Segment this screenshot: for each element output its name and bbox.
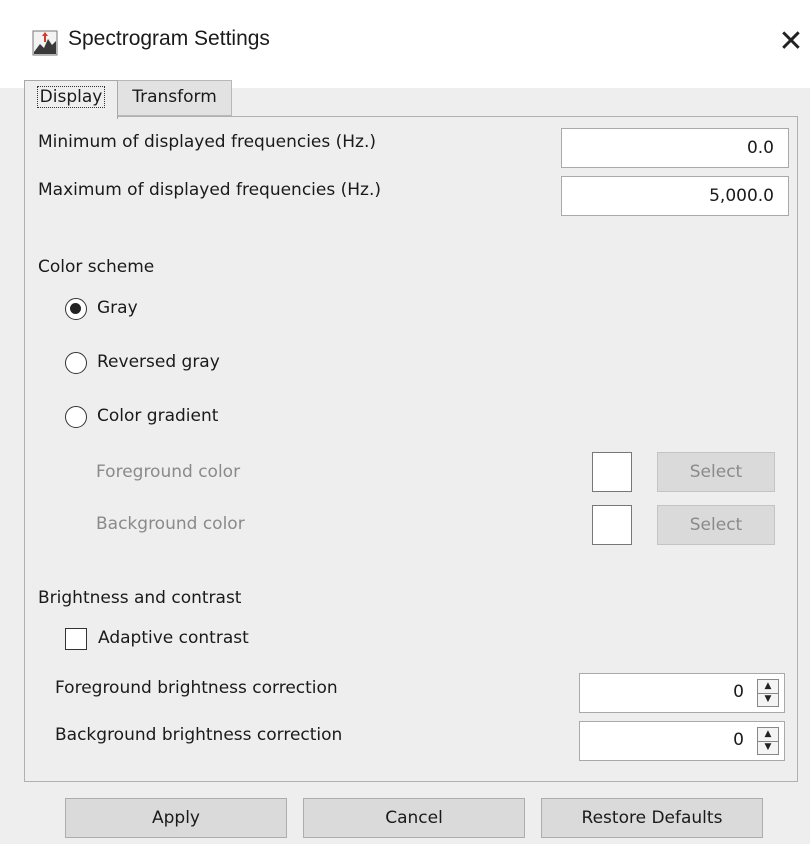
radio-selected-dot <box>70 303 81 314</box>
radio-gray-label[interactable]: Gray <box>97 298 138 318</box>
radio-color-gradient-label[interactable]: Color gradient <box>97 406 218 426</box>
apply-button[interactable]: Apply <box>65 798 287 838</box>
foreground-brightness-label: Foreground brightness correction <box>55 678 338 698</box>
spinner-down-icon[interactable]: ▼ <box>758 693 778 706</box>
tab-display[interactable]: Display <box>24 80 118 119</box>
foreground-brightness-spinner[interactable]: 0 ▲ ▼ <box>579 673 785 713</box>
spinner-up-icon[interactable]: ▲ <box>758 680 778 694</box>
background-brightness-value[interactable]: 0 <box>733 730 744 750</box>
title-bar: Spectrogram Settings ✕ <box>0 0 810 88</box>
spinner-down-icon[interactable]: ▼ <box>758 741 778 754</box>
min-frequency-label: Minimum of displayed frequencies (Hz.) <box>38 132 377 152</box>
adaptive-contrast-label[interactable]: Adaptive contrast <box>98 628 249 648</box>
background-brightness-spinner[interactable]: 0 ▲ ▼ <box>579 721 785 761</box>
radio-reversed-gray-label[interactable]: Reversed gray <box>97 352 220 372</box>
spectrogram-app-icon <box>32 30 58 56</box>
foreground-color-swatch <box>592 452 632 492</box>
cancel-button[interactable]: Cancel <box>303 798 525 838</box>
spinner-up-icon[interactable]: ▲ <box>758 728 778 742</box>
radio-reversed-gray[interactable] <box>65 352 87 374</box>
foreground-color-label: Foreground color <box>96 462 241 482</box>
max-frequency-field[interactable]: 5,000.0 <box>561 176 789 216</box>
spinner-arrows[interactable]: ▲ ▼ <box>757 679 779 707</box>
foreground-select-button[interactable]: Select <box>657 452 775 492</box>
color-scheme-heading: Color scheme <box>38 257 155 277</box>
adaptive-contrast-checkbox[interactable] <box>65 628 87 650</box>
brightness-heading: Brightness and contrast <box>38 588 242 608</box>
radio-color-gradient[interactable] <box>65 406 87 428</box>
background-color-swatch <box>592 505 632 545</box>
tab-display-label: Display <box>36 86 106 108</box>
background-color-label: Background color <box>96 514 245 534</box>
restore-defaults-button[interactable]: Restore Defaults <box>541 798 763 838</box>
close-icon[interactable]: ✕ <box>774 22 808 62</box>
max-frequency-label: Maximum of displayed frequencies (Hz.) <box>38 180 381 200</box>
spinner-arrows[interactable]: ▲ ▼ <box>757 727 779 755</box>
radio-gray[interactable] <box>65 298 87 320</box>
background-select-button[interactable]: Select <box>657 505 775 545</box>
min-frequency-field[interactable]: 0.0 <box>561 128 789 168</box>
foreground-brightness-value[interactable]: 0 <box>733 682 744 702</box>
tab-transform[interactable]: Transform <box>118 80 232 116</box>
tab-transform-label: Transform <box>132 87 217 107</box>
window-title: Spectrogram Settings <box>68 27 270 50</box>
background-brightness-label: Background brightness correction <box>55 725 343 745</box>
